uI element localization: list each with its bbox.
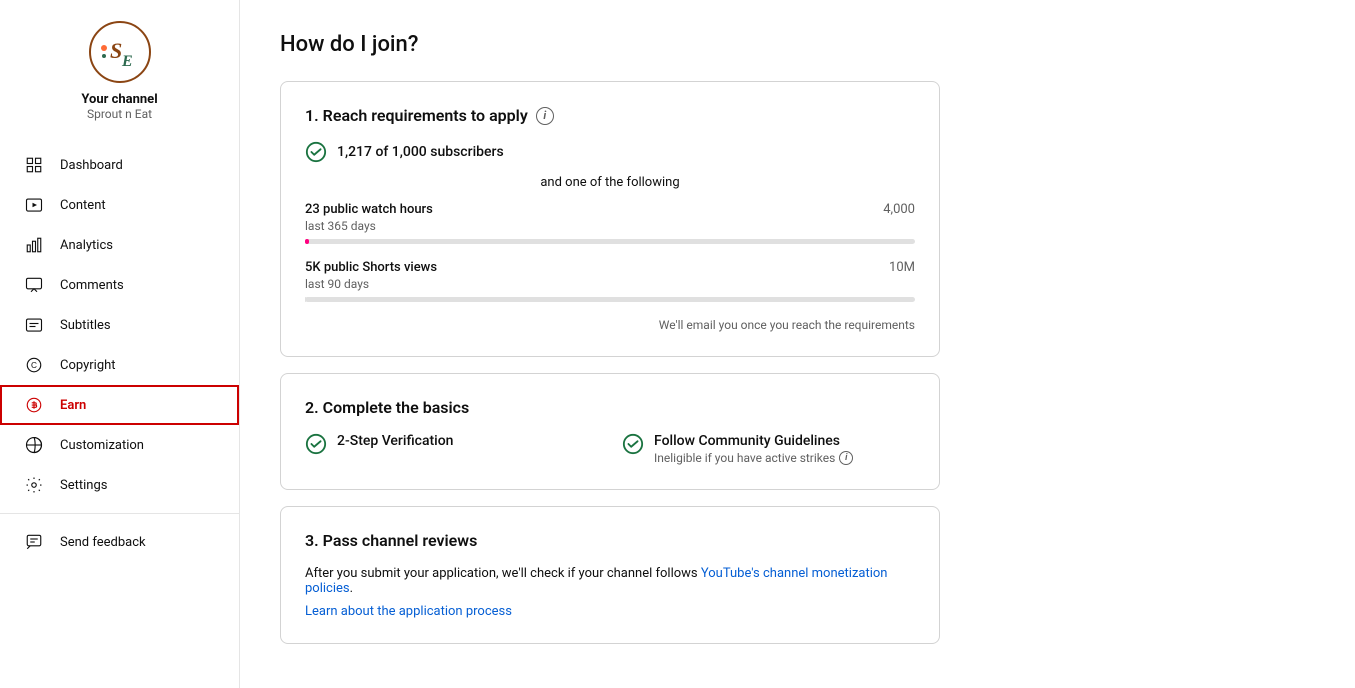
sidebar: S E Your channel Sprout n Eat Dashboard …: [0, 0, 240, 688]
community-info-icon[interactable]: i: [839, 451, 853, 465]
sidebar-item-settings[interactable]: Settings: [0, 465, 239, 505]
sidebar-label-send-feedback: Send feedback: [60, 535, 146, 550]
shorts-sub: last 90 days: [305, 277, 437, 291]
sidebar-item-copyright[interactable]: C Copyright: [0, 345, 239, 385]
main-content: How do I join? 1. Reach requirements to …: [240, 0, 1355, 688]
community-sub: Ineligible if you have active strikes i: [654, 451, 853, 465]
sidebar-label-comments: Comments: [60, 278, 124, 293]
earn-icon: [24, 395, 44, 415]
and-row: and one of the following: [305, 175, 915, 190]
channel-name: Your channel: [81, 92, 157, 107]
watch-hours-label-group: 23 public watch hours last 365 days: [305, 202, 433, 233]
community-sub-text: Ineligible if you have active strikes: [654, 451, 835, 465]
copyright-icon: C: [24, 355, 44, 375]
content-icon: [24, 195, 44, 215]
shorts-progress-bar: [305, 297, 915, 302]
email-note: We'll email you once you reach the requi…: [305, 318, 915, 332]
watch-hours-max: 4,000: [883, 202, 915, 233]
card1-title-text: 1. Reach requirements to apply: [305, 106, 528, 125]
card2-title-text: 2. Complete the basics: [305, 398, 469, 417]
sidebar-item-subtitles[interactable]: Subtitles: [0, 305, 239, 345]
sidebar-label-earn: Earn: [60, 398, 86, 413]
logo-svg: S E: [88, 20, 152, 84]
channel-logo-section: S E Your channel Sprout n Eat: [0, 0, 239, 137]
watch-hours-progress-fill: [305, 239, 309, 244]
and-text: and one of the following: [540, 175, 679, 190]
dashboard-icon: [24, 155, 44, 175]
subscribers-row: 1,217 of 1,000 subscribers: [305, 141, 915, 163]
card-channel-reviews: 3. Pass channel reviews After you submit…: [280, 506, 940, 644]
two-step-check-icon: [305, 433, 327, 455]
review-text-pre: After you submit your application, we'll…: [305, 566, 701, 581]
watch-hours-sub: last 365 days: [305, 219, 433, 233]
svg-text:E: E: [121, 53, 133, 70]
card3-title-text: 3. Pass channel reviews: [305, 531, 477, 550]
sidebar-item-dashboard[interactable]: Dashboard: [0, 145, 239, 185]
shorts-label: 5K public Shorts views: [305, 260, 437, 275]
review-text-post: .: [350, 581, 353, 596]
two-step-label: 2-Step Verification: [337, 433, 453, 449]
sidebar-label-content: Content: [60, 198, 106, 213]
watch-hours-header: 23 public watch hours last 365 days 4,00…: [305, 202, 915, 233]
page-title: How do I join?: [280, 32, 1315, 57]
sidebar-item-send-feedback[interactable]: Send feedback: [0, 522, 239, 562]
learn-link[interactable]: Learn about the application process: [305, 604, 915, 619]
svg-text:C: C: [31, 361, 37, 370]
community-text: Follow Community Guidelines Ineligible i…: [654, 433, 853, 465]
community-check-icon: [622, 433, 644, 455]
settings-icon: [24, 475, 44, 495]
shorts-max: 10M: [889, 260, 915, 291]
sidebar-label-settings: Settings: [60, 478, 107, 493]
channel-subname: Sprout n Eat: [87, 107, 152, 121]
sidebar-item-analytics[interactable]: Analytics: [0, 225, 239, 265]
watch-hours-section: 23 public watch hours last 365 days 4,00…: [305, 202, 915, 244]
sidebar-label-dashboard: Dashboard: [60, 158, 123, 173]
sidebar-item-customization[interactable]: Customization: [0, 425, 239, 465]
sidebar-label-copyright: Copyright: [60, 358, 116, 373]
sidebar-item-comments[interactable]: Comments: [0, 265, 239, 305]
shorts-section: 5K public Shorts views last 90 days 10M: [305, 260, 915, 302]
community-label: Follow Community Guidelines: [654, 433, 853, 449]
sidebar-item-earn[interactable]: Earn: [0, 385, 239, 425]
shorts-header: 5K public Shorts views last 90 days 10M: [305, 260, 915, 291]
community-guidelines-item: Follow Community Guidelines Ineligible i…: [622, 433, 915, 465]
feedback-icon: [24, 532, 44, 552]
card2-items: 2-Step Verification Follow Community Gui…: [305, 433, 915, 465]
sidebar-label-subtitles: Subtitles: [60, 318, 111, 333]
analytics-icon: [24, 235, 44, 255]
watch-hours-label: 23 public watch hours: [305, 202, 433, 217]
two-step-item: 2-Step Verification: [305, 433, 598, 465]
card1-title: 1. Reach requirements to apply i: [305, 106, 915, 125]
card1-info-icon[interactable]: i: [536, 107, 554, 125]
review-text: After you submit your application, we'll…: [305, 566, 915, 596]
subtitles-icon: [24, 315, 44, 335]
channel-logo: S E: [88, 20, 152, 84]
sidebar-label-customization: Customization: [60, 438, 144, 453]
sidebar-nav: Dashboard Content Analytics Comments: [0, 137, 239, 570]
card-reach-requirements: 1. Reach requirements to apply i 1,217 o…: [280, 81, 940, 357]
comments-icon: [24, 275, 44, 295]
watch-hours-progress-bar: [305, 239, 915, 244]
customization-icon: [24, 435, 44, 455]
sidebar-item-content[interactable]: Content: [0, 185, 239, 225]
card3-title: 3. Pass channel reviews: [305, 531, 915, 550]
shorts-label-group: 5K public Shorts views last 90 days: [305, 260, 437, 291]
svg-text:S: S: [110, 38, 122, 63]
card-complete-basics: 2. Complete the basics 2-Step Verificati…: [280, 373, 940, 490]
card2-title: 2. Complete the basics: [305, 398, 915, 417]
sidebar-label-analytics: Analytics: [60, 238, 113, 253]
two-step-text: 2-Step Verification: [337, 433, 453, 449]
subscribers-text: 1,217 of 1,000 subscribers: [337, 144, 504, 160]
sidebar-divider: [0, 513, 239, 514]
subscribers-check-icon: [305, 141, 327, 163]
